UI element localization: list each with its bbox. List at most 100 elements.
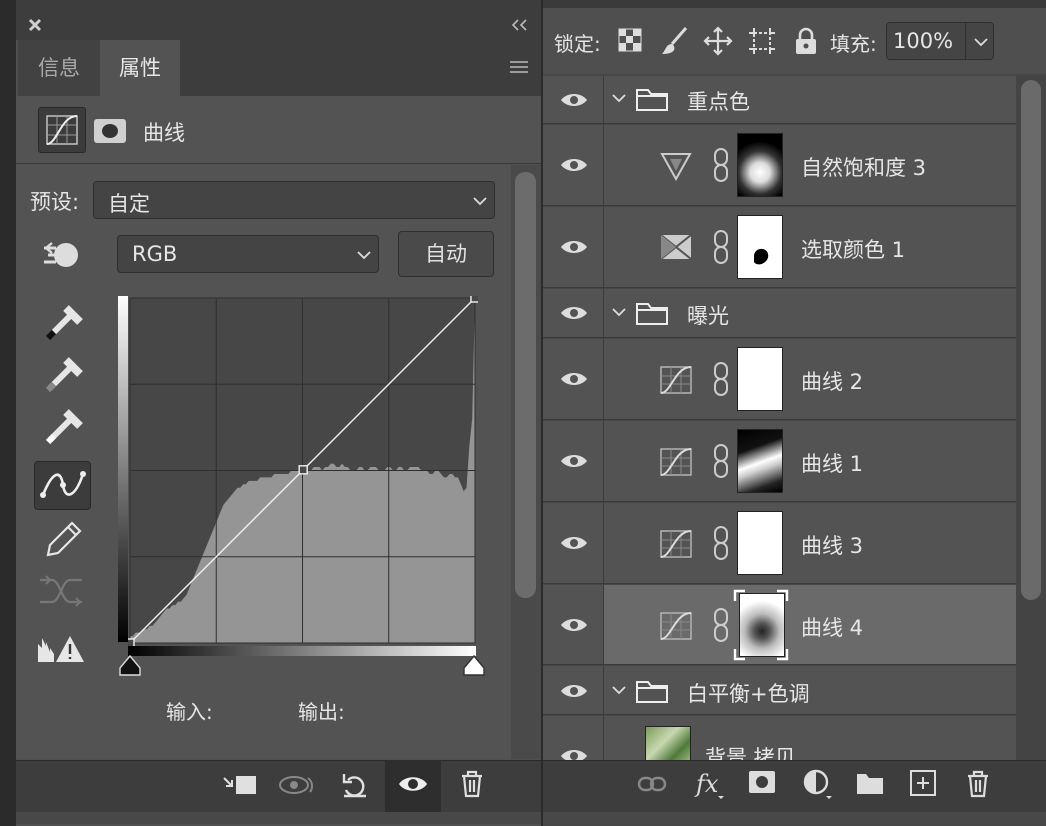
chevron-down-icon xyxy=(612,308,626,317)
layer-name[interactable]: 白平衡+色调 xyxy=(687,678,810,708)
auto-button[interactable]: 自动 xyxy=(398,231,494,277)
panel-resize-grip[interactable] xyxy=(16,812,541,824)
lock-transparent-pixels-icon[interactable] xyxy=(618,28,642,52)
curves-layer-icon xyxy=(660,612,692,640)
link-icon xyxy=(714,148,728,182)
layer-name[interactable]: 曝光 xyxy=(687,300,729,330)
gray-point-eyedropper-icon[interactable] xyxy=(34,350,90,400)
collapse-icon[interactable] xyxy=(510,18,530,32)
layer-name[interactable]: 曲线 4 xyxy=(801,612,863,642)
layer-name[interactable]: 自然饱和度 3 xyxy=(801,152,926,182)
white-point-eyedropper-icon[interactable] xyxy=(34,402,90,452)
layer-row-partial[interactable]: 背景 拷贝 xyxy=(543,716,1016,760)
fill-value[interactable]: 100% xyxy=(893,29,953,53)
folder-icon xyxy=(636,303,668,325)
new-layer-icon[interactable] xyxy=(909,769,937,797)
channel-dropdown[interactable]: RGB xyxy=(117,235,379,273)
link-icon xyxy=(714,526,728,560)
tab-properties[interactable]: 属性 xyxy=(100,40,180,96)
mask-icon[interactable] xyxy=(93,118,127,144)
curves-adjustment-icon[interactable] xyxy=(38,107,86,153)
layers-scroll-thumb[interactable] xyxy=(1021,80,1041,600)
trash-icon[interactable] xyxy=(458,768,486,800)
black-input-slider-icon[interactable] xyxy=(118,654,142,678)
layer-name[interactable]: 选取颜色 1 xyxy=(801,234,905,264)
clip-to-layer-icon[interactable] xyxy=(220,770,260,800)
chevron-down-icon xyxy=(357,251,371,260)
eye-icon xyxy=(561,750,587,760)
panel-menu-icon[interactable] xyxy=(508,58,530,76)
lock-all-icon[interactable] xyxy=(793,26,819,56)
link-icon xyxy=(714,362,728,396)
mask-thumbnail[interactable] xyxy=(737,133,783,197)
lock-artboard-icon[interactable] xyxy=(747,26,777,56)
layer-group-row[interactable]: 白平衡+色调 xyxy=(543,666,1016,715)
close-panel-icon[interactable] xyxy=(26,16,44,34)
add-mask-icon[interactable] xyxy=(748,770,776,794)
image-thumbnail[interactable] xyxy=(645,726,691,760)
layer-group-row[interactable]: 曝光 xyxy=(543,289,1016,338)
layer-name[interactable]: 曲线 3 xyxy=(801,530,863,560)
layer-row[interactable]: 曲线 3 xyxy=(543,503,1016,584)
new-group-icon[interactable] xyxy=(855,770,885,796)
mask-thumbnail[interactable] xyxy=(737,429,783,493)
curve-points-tool-icon[interactable] xyxy=(34,461,91,510)
curve-point[interactable] xyxy=(128,638,135,646)
eye-icon xyxy=(561,685,587,697)
lock-image-pixels-icon[interactable] xyxy=(660,26,690,56)
mask-thumbnail[interactable] xyxy=(737,347,783,411)
white-input-slider-icon[interactable] xyxy=(462,654,486,678)
layer-row[interactable]: 曲线 1 xyxy=(543,421,1016,502)
layers-panel-top xyxy=(543,0,1046,8)
trash-icon[interactable] xyxy=(964,768,992,800)
black-point-eyedropper-icon[interactable] xyxy=(34,298,90,348)
eye-icon[interactable] xyxy=(396,772,430,796)
preset-dropdown[interactable]: 自定 xyxy=(93,181,495,219)
properties-scroll-thumb[interactable] xyxy=(515,172,536,598)
link-icon xyxy=(714,230,728,264)
layer-group-row[interactable]: 重点色 xyxy=(543,76,1016,124)
fx-icon[interactable]: fx xyxy=(694,766,728,802)
panel-resize-grip[interactable] xyxy=(543,812,1046,824)
clipping-warning-icon[interactable] xyxy=(34,624,90,674)
tab-info[interactable]: 信息 xyxy=(18,40,100,96)
mask-thumbnail[interactable] xyxy=(739,593,785,657)
lock-label: 锁定: xyxy=(554,32,601,56)
curve-point[interactable] xyxy=(470,296,478,303)
eye-icon xyxy=(561,455,587,467)
layer-name[interactable]: 曲线 2 xyxy=(801,366,863,396)
output-gradient-bar xyxy=(118,296,128,642)
layer-name[interactable]: 重点色 xyxy=(687,86,750,116)
svg-text:fx: fx xyxy=(694,770,719,798)
channel-value: RGB xyxy=(132,242,178,266)
on-image-adjust-icon[interactable] xyxy=(42,238,82,272)
eye-icon xyxy=(561,241,587,253)
mask-thumbnail[interactable] xyxy=(737,511,783,575)
chevron-down-icon xyxy=(612,686,626,695)
input-label: 输入: xyxy=(166,700,213,724)
layer-row[interactable]: 曲线 2 xyxy=(543,339,1016,420)
fill-field[interactable]: 100% xyxy=(886,22,994,60)
layer-name[interactable]: 背景 拷贝 xyxy=(705,742,796,760)
new-adjustment-layer-icon[interactable] xyxy=(802,768,836,802)
chevron-down-icon xyxy=(473,197,487,206)
mask-thumbnail[interactable] xyxy=(737,215,783,279)
link-layers-icon[interactable] xyxy=(637,772,667,796)
output-label: 输出: xyxy=(298,700,345,724)
curves-layer-icon xyxy=(660,366,692,394)
layer-name[interactable]: 曲线 1 xyxy=(801,448,863,478)
link-icon xyxy=(714,444,728,478)
reset-icon[interactable] xyxy=(338,768,372,800)
view-previous-state-icon[interactable] xyxy=(276,770,318,800)
layer-row[interactable]: 选取颜色 1 xyxy=(543,207,1016,288)
layer-row[interactable]: 自然饱和度 3 xyxy=(543,125,1016,206)
eye-icon xyxy=(561,159,587,171)
pencil-icon[interactable] xyxy=(34,513,90,563)
curve-graph[interactable] xyxy=(128,296,478,646)
curve-point[interactable] xyxy=(298,465,308,475)
chevron-down-icon xyxy=(974,38,988,47)
lock-position-icon[interactable] xyxy=(703,26,733,56)
eye-icon xyxy=(561,307,587,319)
layer-row-selected[interactable]: 曲线 4 xyxy=(543,585,1016,665)
fill-label: 填充: xyxy=(830,32,877,56)
